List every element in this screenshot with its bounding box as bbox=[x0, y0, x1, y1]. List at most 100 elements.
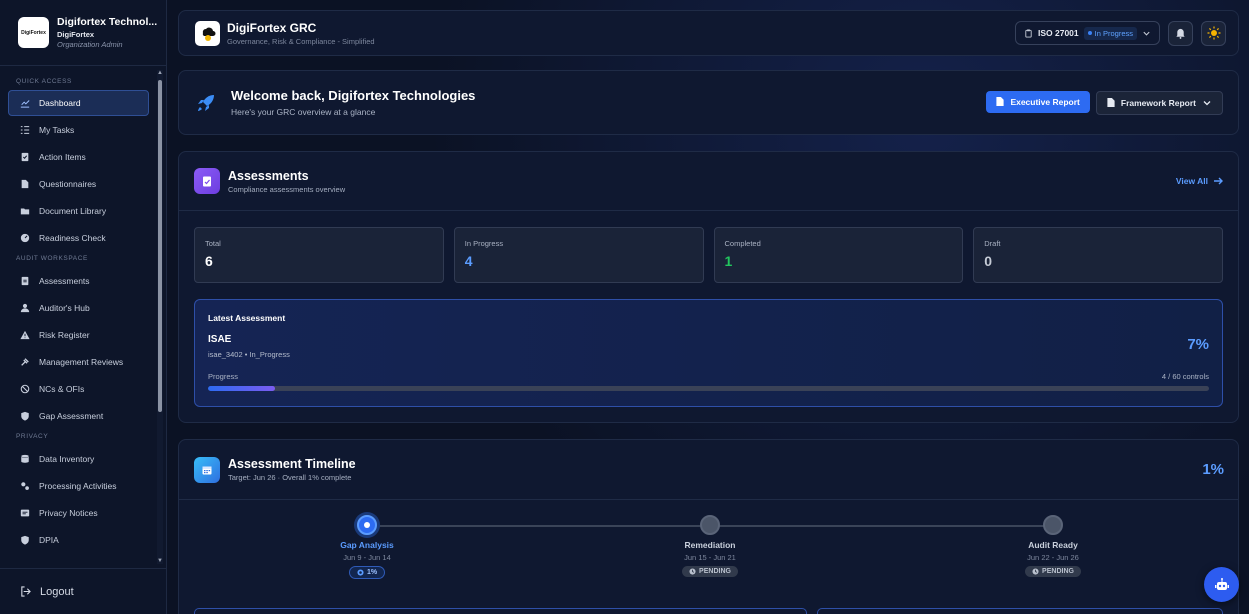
brand-title: DigiFortex GRC bbox=[227, 20, 317, 35]
sidebar-item-label: DPIA bbox=[39, 534, 59, 545]
stat-value: 0 bbox=[984, 253, 993, 269]
gears-icon bbox=[21, 481, 29, 490]
assessment-clipboard-icon bbox=[194, 168, 220, 194]
cloud-shield-icon bbox=[202, 27, 215, 41]
notice-icon bbox=[20, 509, 30, 516]
shield-icon bbox=[21, 535, 29, 545]
org-name: Digifortex Technol... bbox=[57, 16, 158, 28]
chatbot-button[interactable] bbox=[1204, 567, 1239, 602]
latest-assessment-heading: Latest Assessment bbox=[208, 313, 286, 323]
stat-value: 6 bbox=[205, 253, 213, 269]
stat-card-total[interactable]: Total 6 bbox=[194, 227, 444, 283]
folder-icon bbox=[20, 208, 30, 214]
framework-status: In Progress bbox=[1094, 28, 1133, 38]
ban-icon bbox=[20, 384, 30, 393]
sidebar-item-dashboard[interactable]: Dashboard bbox=[8, 90, 149, 116]
scroll-thumb[interactable] bbox=[158, 80, 162, 412]
sidebar-item-data-inventory[interactable]: Data Inventory bbox=[0, 445, 155, 472]
robot-icon bbox=[1214, 577, 1229, 590]
org-sub: DigiFortex bbox=[57, 30, 95, 39]
bell-icon bbox=[1176, 28, 1185, 39]
gauge-icon bbox=[20, 233, 30, 242]
framework-selector[interactable]: ISO 27001 In Progress bbox=[1015, 21, 1160, 45]
timeline-title: Assessment Timeline bbox=[228, 457, 356, 471]
stat-card-in-progress[interactable]: In Progress 4 bbox=[453, 227, 704, 283]
progress-bar bbox=[208, 386, 1209, 391]
timeline-step-gap-analysis[interactable]: Gap Analysis Jun 9 - Jun 14 1% bbox=[307, 515, 427, 581]
sidebar-item-questionnaires[interactable]: Questionnaires bbox=[0, 170, 155, 197]
nav-section-title: QUICK ACCESS bbox=[16, 78, 72, 85]
sidebar-item-label: Action Items bbox=[39, 151, 86, 162]
latest-assessment-card[interactable]: Latest Assessment ISAE isae_3402 • In_Pr… bbox=[194, 299, 1223, 407]
sidebar-item-assessments[interactable]: Assessments bbox=[0, 267, 155, 294]
database-icon bbox=[21, 454, 29, 463]
logout-button[interactable]: Logout bbox=[0, 568, 167, 614]
sidebar-item-readiness-check[interactable]: Readiness Check bbox=[0, 224, 155, 251]
logout-icon bbox=[21, 586, 31, 597]
stat-value: 4 bbox=[464, 253, 473, 269]
file-icon bbox=[1107, 98, 1115, 107]
progress-label: Progress bbox=[208, 372, 239, 381]
step-name: Remediation bbox=[684, 540, 736, 550]
brand-logo bbox=[195, 20, 220, 46]
controls-count: 4 / 60 controls bbox=[1161, 372, 1209, 381]
framework-report-button[interactable]: Framework Report bbox=[1095, 90, 1223, 115]
sidebar-item-dpia[interactable]: DPIA bbox=[0, 526, 155, 553]
sidebar-item-label: Gap Assessment bbox=[39, 410, 104, 421]
assessments-card: Assessments Compliance assessments overv… bbox=[178, 151, 1239, 423]
executive-report-label: Executive Report bbox=[1010, 96, 1080, 107]
sidebar-item-risk-register[interactable]: Risk Register bbox=[0, 321, 155, 348]
sidebar-item-label: Processing Activities bbox=[39, 480, 117, 491]
timeline-step-remediation[interactable]: Remediation Jun 15 - Jun 21 PENDING bbox=[650, 515, 770, 580]
sidebar-item-document-library[interactable]: Document Library bbox=[0, 197, 155, 224]
clipboard-icon bbox=[1025, 28, 1032, 38]
sidebar-scrollbar[interactable]: ▲ ▼ bbox=[157, 70, 163, 564]
latest-assessment-meta: isae_3402 • In_Progress bbox=[208, 350, 290, 359]
calendar-icon bbox=[194, 456, 220, 483]
sidebar-item-label: My Tasks bbox=[39, 124, 75, 135]
timeline-node bbox=[357, 515, 377, 535]
assessments-subtitle: Compliance assessments overview bbox=[228, 184, 346, 194]
stat-label: In Progress bbox=[464, 239, 504, 248]
timeline-step-audit-ready[interactable]: Audit Ready Jun 22 - Jun 26 PENDING bbox=[993, 515, 1113, 580]
sidebar-item-label: Readiness Check bbox=[39, 232, 106, 243]
step-dates: Jun 22 - Jun 26 bbox=[1027, 553, 1079, 562]
sidebar-item-gap-assessment[interactable]: Gap Assessment bbox=[0, 402, 155, 429]
gavel-icon bbox=[21, 357, 29, 366]
sidebar-item-ncs-ofis[interactable]: NCs & OFIs bbox=[0, 375, 155, 402]
sidebar-item-my-tasks[interactable]: My Tasks bbox=[0, 116, 155, 143]
framework-name: ISO 27001 bbox=[1038, 28, 1079, 38]
topbar: DigiFortex GRC Governance, Risk & Compli… bbox=[178, 10, 1239, 56]
stat-card-completed[interactable]: Completed 1 bbox=[713, 227, 964, 283]
sidebar-item-processing-activities[interactable]: Processing Activities bbox=[0, 472, 155, 499]
assessment-timeline-card: Assessment Timeline Target: Jun 26 · Ove… bbox=[178, 439, 1239, 614]
scroll-up-arrow[interactable]: ▲ bbox=[157, 70, 163, 76]
executive-report-button[interactable]: Executive Report bbox=[986, 90, 1090, 113]
timeline-track: Gap Analysis Jun 9 - Jun 14 1% Remediati… bbox=[179, 500, 1238, 614]
timeline-node bbox=[700, 515, 720, 535]
org-role: Organization Admin bbox=[57, 40, 123, 49]
stat-value: 1 bbox=[724, 253, 733, 269]
file-icon bbox=[996, 97, 1005, 106]
stat-card-draft[interactable]: Draft 0 bbox=[973, 227, 1223, 283]
chart-line-icon bbox=[20, 100, 30, 108]
notifications-button[interactable] bbox=[1168, 20, 1193, 46]
latest-assessment-name: ISAE bbox=[208, 334, 232, 345]
step-dates: Jun 9 - Jun 14 bbox=[343, 553, 391, 562]
shield-icon bbox=[21, 411, 29, 421]
view-all-link[interactable]: View All bbox=[1176, 176, 1224, 186]
sidebar-item-label: Privacy Notices bbox=[39, 507, 98, 518]
theme-toggle-button[interactable] bbox=[1201, 20, 1226, 46]
sidebar-item-label: Data Inventory bbox=[39, 453, 95, 464]
org-logo-text: DigiFortex bbox=[21, 29, 46, 36]
step-status-badge: PENDING bbox=[1025, 566, 1081, 577]
user-icon bbox=[20, 303, 30, 312]
sidebar-item-action-items[interactable]: Action Items bbox=[0, 143, 155, 170]
sidebar-item-auditor-s-hub[interactable]: Auditor's Hub bbox=[0, 294, 155, 321]
org-switcher[interactable]: DigiFortex Digifortex Technol... DigiFor… bbox=[0, 0, 166, 66]
scroll-down-arrow[interactable]: ▼ bbox=[157, 558, 163, 564]
sidebar-item-management-reviews[interactable]: Management Reviews bbox=[0, 348, 155, 375]
clipboard-icon bbox=[21, 276, 29, 285]
sidebar-item-label: Assessments bbox=[39, 275, 90, 286]
sidebar-item-privacy-notices[interactable]: Privacy Notices bbox=[0, 499, 155, 526]
